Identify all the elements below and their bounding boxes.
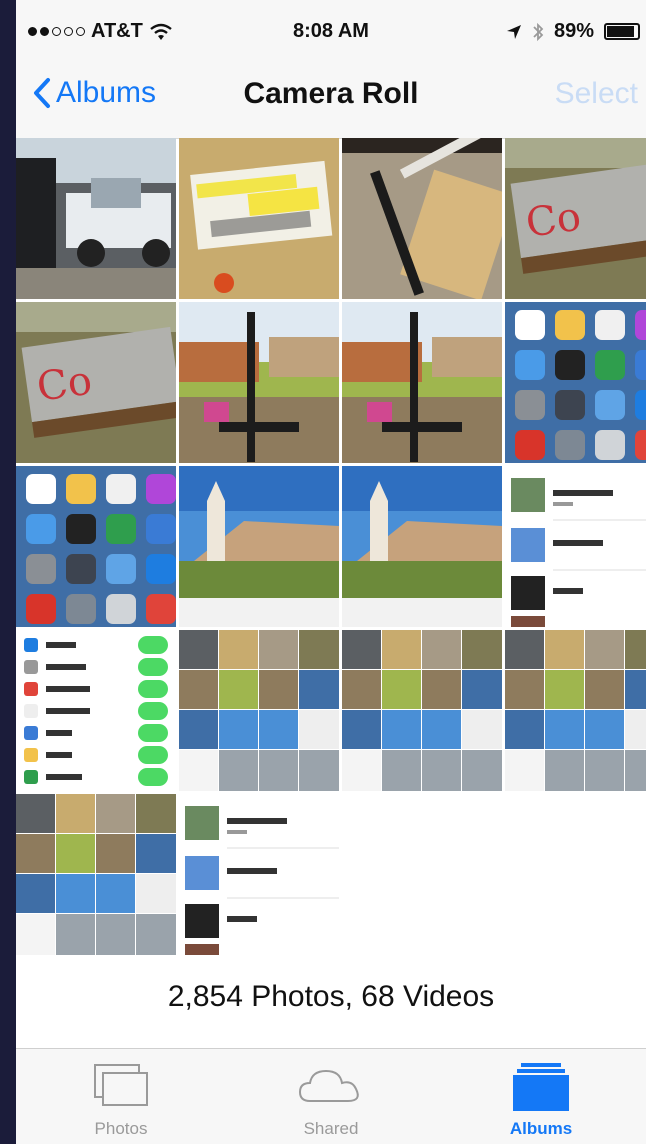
pickup-truck-photo[interactable] [16, 138, 176, 299]
phone-screen: AT&T 8:08 AM 89% Albums Camera Roll Sele… [16, 0, 646, 1144]
sign-board-photo[interactable]: Co [16, 302, 176, 463]
navigation-bar: Albums Camera Roll Select [16, 62, 646, 139]
yard-sale-photo[interactable] [342, 302, 502, 463]
select-button[interactable]: Select [555, 77, 638, 111]
thumbnail-grid-screenshot[interactable] [505, 630, 646, 791]
easel-photo[interactable] [342, 138, 502, 299]
status-bar: AT&T 8:08 AM 89% [16, 0, 646, 62]
svg-text:Co: Co [523, 194, 584, 247]
albums-list-screenshot[interactable] [179, 794, 339, 955]
settings-screenshot[interactable] [16, 630, 176, 791]
photos-icon [94, 1064, 148, 1106]
price-tag-photo[interactable] [179, 138, 339, 299]
battery-percent: 89% [553, 20, 594, 42]
albums-list-screenshot[interactable] [505, 466, 646, 627]
battery-icon [604, 23, 640, 40]
tab-label: Shared [303, 1119, 359, 1138]
yard-sale-photo[interactable] [179, 302, 339, 463]
back-label: Albums [56, 76, 157, 109]
location-arrow-icon [506, 24, 521, 39]
status-right: 89% [506, 20, 640, 43]
home-screen-screenshot[interactable] [505, 302, 646, 463]
chevron-left-icon [34, 78, 50, 108]
home-screen-screenshot[interactable] [16, 466, 176, 627]
page-title: Camera Roll [243, 77, 419, 110]
sign-board-photo[interactable]: Co [505, 138, 646, 299]
photo-grid: Co Co [16, 138, 646, 955]
church-photo[interactable] [179, 466, 339, 627]
photo-video-count: 2,854 Photos, 68 Videos [167, 980, 495, 1013]
tab-bar: Photos Shared Albums [16, 1048, 646, 1144]
church-photo[interactable] [342, 466, 502, 627]
tab-label: Photos [94, 1119, 148, 1138]
albums-icon [513, 1063, 569, 1111]
svg-text:Co: Co [34, 358, 95, 411]
tab-shared[interactable]: Shared [226, 1049, 436, 1144]
tab-label: Albums [509, 1119, 573, 1138]
cloud-icon [298, 1069, 359, 1102]
thumbnail-grid-screenshot[interactable] [342, 630, 502, 791]
thumbnail-grid-screenshot[interactable] [179, 630, 339, 791]
bluetooth-icon [533, 22, 544, 41]
tab-photos[interactable]: Photos [16, 1049, 226, 1144]
thumbnail-grid-screenshot[interactable] [16, 794, 176, 955]
albums-back-button[interactable]: Albums [32, 76, 156, 110]
tab-albums[interactable]: Albums [436, 1049, 646, 1144]
